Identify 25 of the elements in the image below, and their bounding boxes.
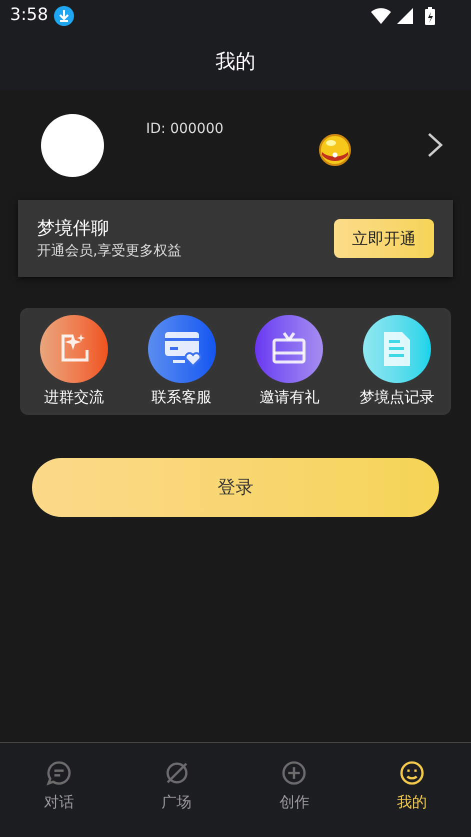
chat-icon bbox=[44, 759, 73, 787]
shortcut-item[interactable]: 联系客服 bbox=[128, 314, 236, 408]
shortcut-item[interactable]: 邀请有礼 bbox=[236, 314, 344, 408]
download-icon bbox=[54, 6, 74, 26]
page-title: 我的 bbox=[216, 48, 256, 75]
nav-tab[interactable]: 对话 bbox=[0, 743, 118, 837]
plus-icon bbox=[280, 759, 308, 787]
clock: 3:58 bbox=[10, 4, 48, 28]
nav-tab[interactable]: 广场 bbox=[118, 743, 236, 837]
chevron-right-icon bbox=[427, 132, 443, 158]
battery-icon bbox=[425, 7, 435, 25]
profile-row[interactable]: ID: 000000 bbox=[0, 90, 471, 200]
wifi-icon bbox=[371, 8, 391, 24]
vip-subtitle: 开通会员,享受更多权益 bbox=[37, 242, 182, 260]
coin-icon bbox=[319, 134, 351, 166]
smiley-icon bbox=[398, 759, 426, 787]
activate-button[interactable]: 立即开通 bbox=[334, 219, 434, 258]
nav-tab[interactable]: 创作 bbox=[236, 743, 354, 837]
signal-icon bbox=[397, 8, 413, 24]
shortcut-item[interactable]: 进群交流 bbox=[20, 314, 128, 408]
shortcut-item[interactable]: 梦境点记录 bbox=[343, 314, 451, 408]
vip-title: 梦境伴聊 bbox=[37, 216, 110, 240]
nav-tab[interactable]: 我的 bbox=[353, 743, 471, 837]
user-id: ID: 000000 bbox=[146, 120, 224, 139]
login-button[interactable]: 登录 bbox=[32, 458, 439, 517]
